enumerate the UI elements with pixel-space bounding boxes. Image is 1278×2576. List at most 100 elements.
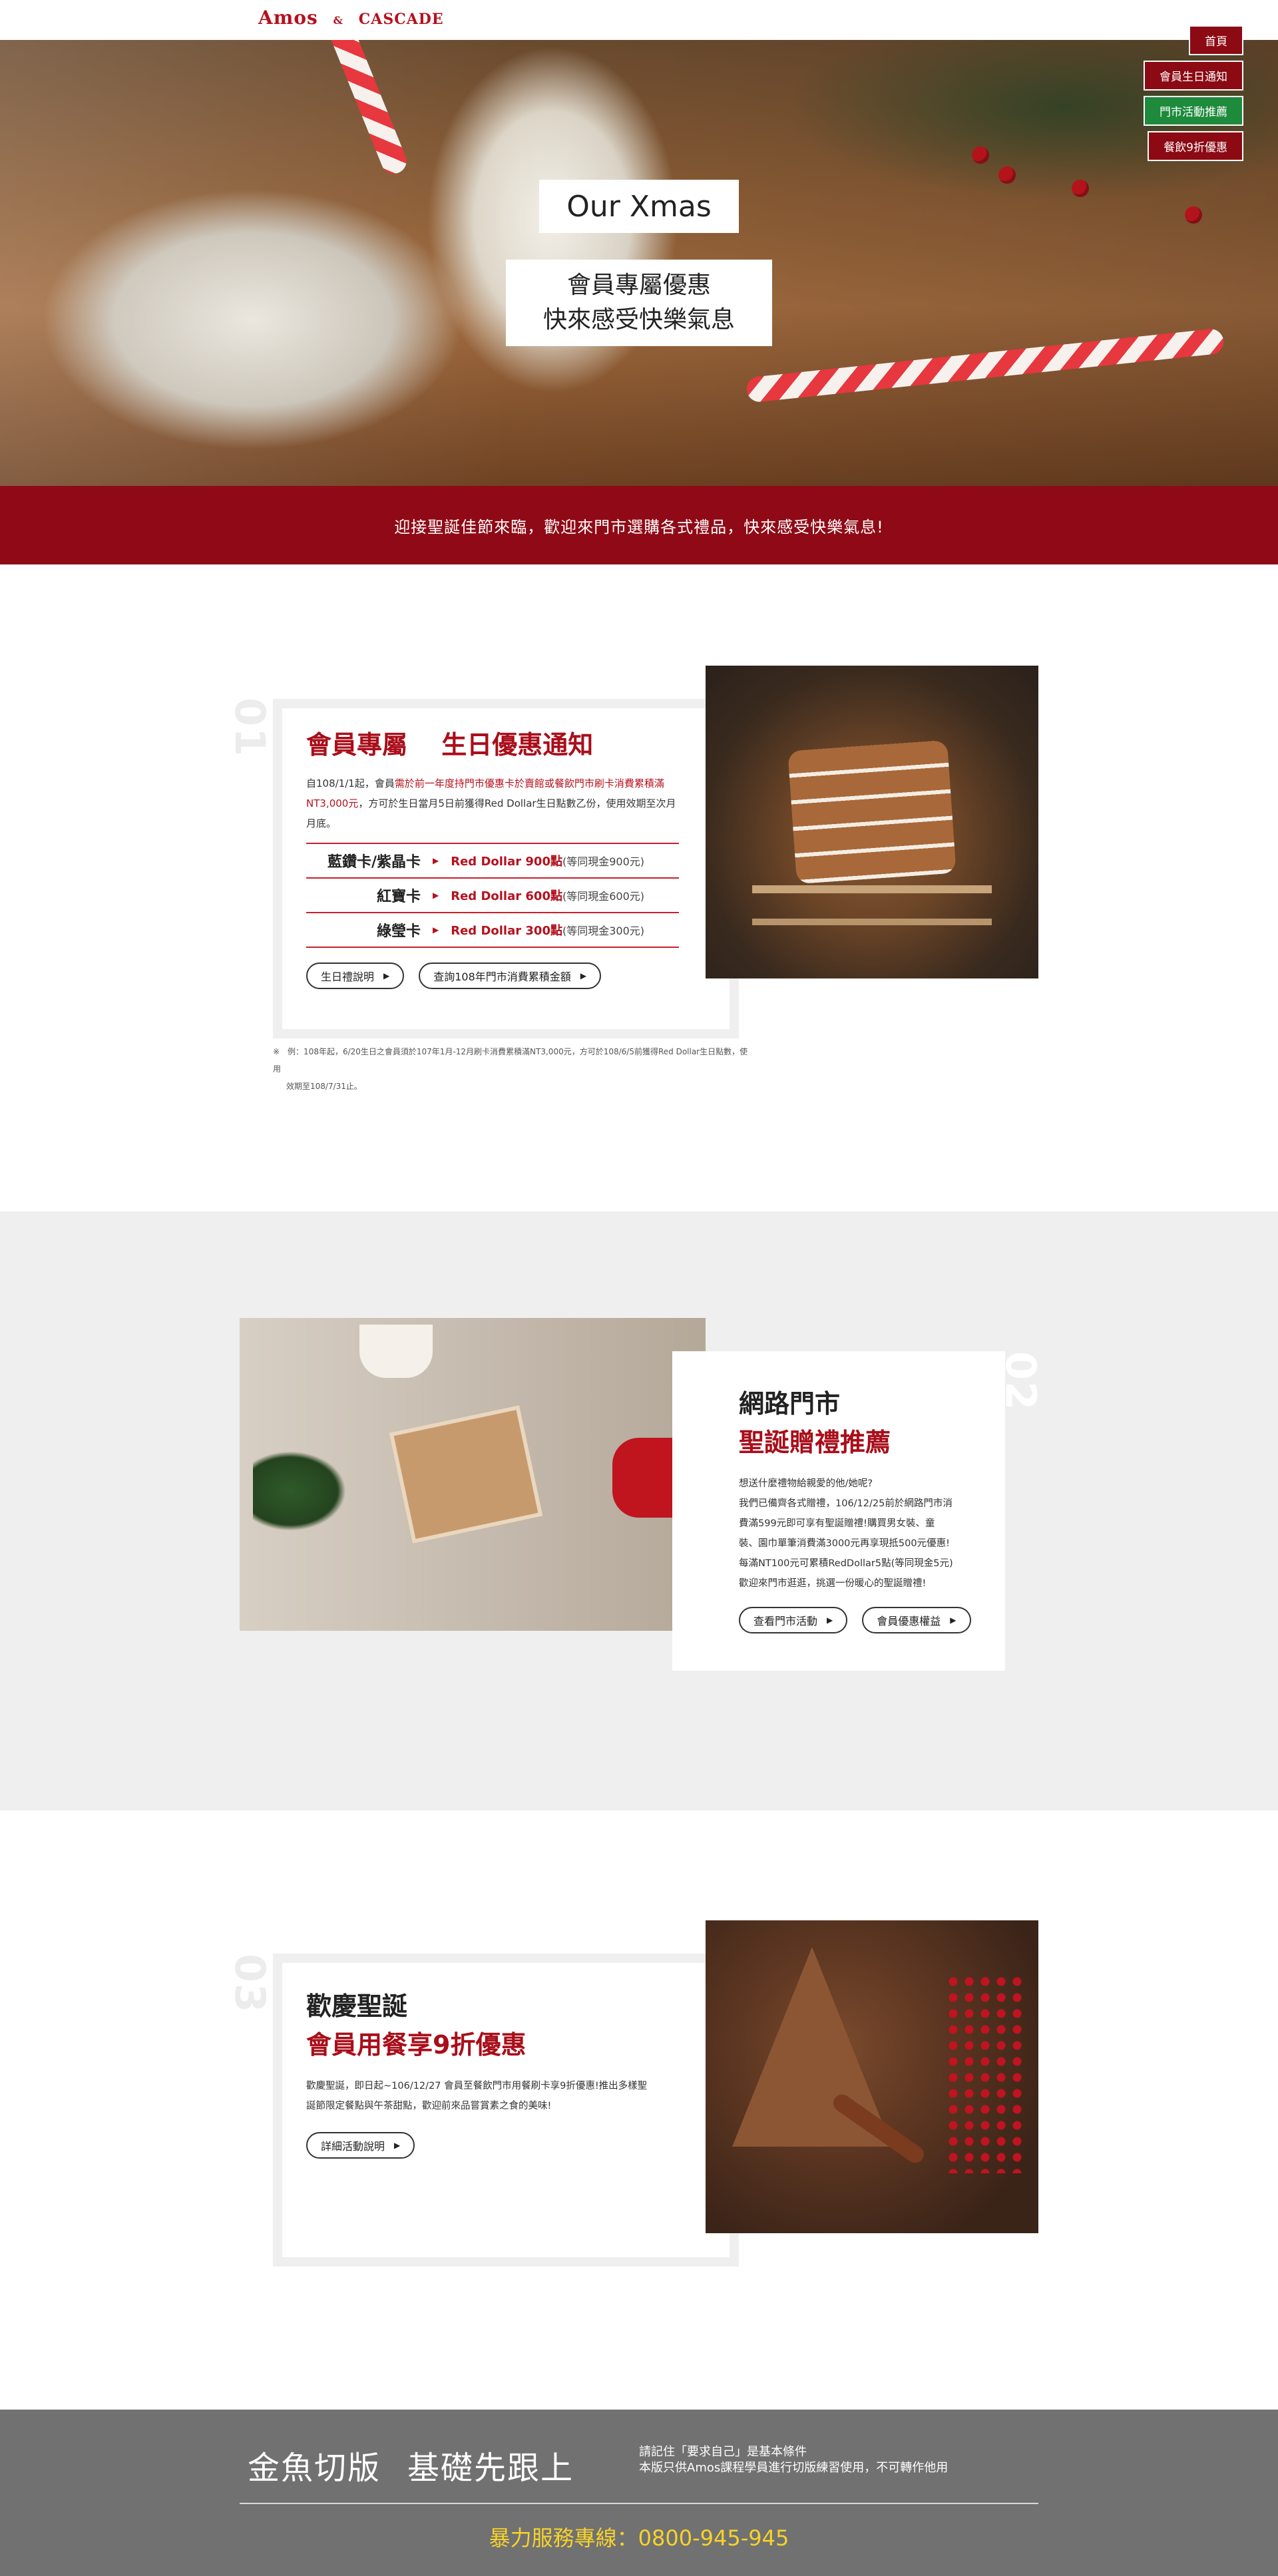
- perk-label: 藍鑽卡/紫晶卡: [327, 854, 421, 871]
- promo-banner-text: 迎接聖誕佳節來臨，歡迎來門市選購各式禮品，快來感受快樂氣息!: [394, 517, 884, 537]
- triangle-right-icon: ▶: [433, 891, 439, 900]
- gift-box: [389, 1405, 543, 1544]
- site-logo[interactable]: Amos & CASCADE: [258, 7, 444, 29]
- member-benefits-button[interactable]: 會員優惠權益 ▶: [862, 1607, 971, 1633]
- slogan-part1: 金魚切版: [248, 2450, 381, 2487]
- footnote-line2: 效期至108/7/31止。: [286, 1082, 362, 1091]
- logo-amp: &: [333, 14, 343, 27]
- triangle-right-icon: ▶: [433, 925, 439, 935]
- service-hotline[interactable]: 暴力服務專線：0800-945-945: [0, 2521, 1278, 2552]
- hero-subtitle-line1: 會員專屬優惠: [566, 272, 711, 299]
- logo-sub: CASCADE: [358, 11, 444, 28]
- berry-decoration: [972, 146, 989, 164]
- pine-branch: [253, 1451, 346, 1531]
- site-footer: 金魚切版 基礎先跟上 請記住「要求自己」是基本條件 本版只供Amos課程學員進行切…: [0, 2410, 1278, 2576]
- birthday-text-pre: 自108/1/1起，會員: [306, 777, 395, 789]
- main-nav: 首頁 會員生日通知 門市活動推薦 餐飲9折優惠: [1144, 25, 1243, 161]
- birthday-card-title: 會員專屬 生日優惠通知: [306, 726, 679, 764]
- birthday-footnote: ※ 例：108年起，6/20生日之會員須於107年1月-12月刷卡消費累積滿NT…: [273, 1043, 752, 1095]
- birthday-card-content: 會員專屬 生日優惠通知 自108/1/1起，會員需於前一年度持門市優惠卡於賣館或…: [306, 726, 679, 989]
- perk-row: 綠瑩卡 ▶ Red Dollar 300點(等同現金300元): [306, 913, 679, 948]
- perk-points: Red Dollar 900點: [451, 855, 562, 869]
- birthday-title-part1: 會員專屬: [306, 730, 408, 759]
- berry-decoration: [998, 166, 1016, 184]
- coffee-cup: [359, 1325, 433, 1378]
- berry-decoration: [1185, 206, 1202, 224]
- cookie-stack: [787, 740, 957, 885]
- dining-buttons: 詳細活動說明 ▶: [306, 2132, 679, 2159]
- description-line: 歡慶聖誕，即日起~106/12/27 會員至餐飲門市用餐刷卡享9折優惠!推出多樣…: [306, 2081, 648, 2091]
- christmas-cake-image: [706, 1920, 1038, 2233]
- play-arrow-icon: ▶: [950, 1615, 957, 1625]
- play-arrow-icon: ▶: [394, 2141, 401, 2150]
- perk-value: Red Dollar 900點(等同現金900元): [451, 852, 644, 869]
- slogan-part2: 基礎先跟上: [407, 2450, 574, 2487]
- hero-title: Our Xmas: [539, 180, 739, 233]
- online-store-title: 網路門市: [739, 1389, 841, 1418]
- footer-slogan: 金魚切版 基礎先跟上: [248, 2442, 574, 2488]
- perk-label: 綠瑩卡: [376, 923, 421, 940]
- section-number: 02: [996, 1351, 1045, 1412]
- perk-cash-note: (等同現金900元): [562, 855, 644, 868]
- gift-wrapping-image: [240, 1318, 706, 1631]
- description-line: 裝、園巾單筆消費滿3000元再享現抵500元優惠!: [739, 1538, 950, 1549]
- berry-decoration: [1072, 180, 1089, 197]
- perk-label: 紅寶卡: [376, 889, 421, 905]
- reminder-line2: 本版只供Amos課程學員進行切版練習使用，不可轉作他用: [639, 2461, 949, 2475]
- play-arrow-icon: ▶: [580, 971, 587, 980]
- online-store-buttons: 查看門市活動 ▶ 會員優惠權益 ▶: [739, 1607, 992, 1633]
- online-store-content: 網路門市 聖誕贈禮推薦 想送什麼禮物給親愛的他/她呢? 我們已備齊各式贈禮，10…: [739, 1385, 992, 1633]
- query-spending-button[interactable]: 查詢108年門市消費累積金額 ▶: [419, 963, 602, 989]
- birthday-gift-info-button[interactable]: 生日禮說明 ▶: [306, 963, 405, 989]
- birthday-description: 自108/1/1起，會員需於前一年度持門市優惠卡於賣館或餐飲門市刷卡消費累積滿N…: [306, 773, 679, 833]
- top-header: Amos & CASCADE: [0, 0, 1278, 40]
- bead-garland: [945, 1974, 1025, 2173]
- perk-row: 藍鑽卡/紫晶卡 ▶ Red Dollar 900點(等同現金900元): [306, 844, 679, 879]
- nav-item-home[interactable]: 首頁: [1189, 25, 1243, 55]
- gingerbread-sled-image: [706, 666, 1038, 978]
- birthday-title-part2: 生日優惠通知: [441, 730, 594, 759]
- description-line: 費滿599元即可享有聖誕贈禮!購買男女裝、童: [739, 1518, 935, 1529]
- nav-item-dining-discount[interactable]: 餐飲9折優惠: [1148, 131, 1243, 161]
- perk-points: Red Dollar 600點: [451, 889, 562, 903]
- dining-content: 歡慶聖誕 會員用餐享9折優惠 歡慶聖誕，即日起~106/12/27 會員至餐飲門…: [306, 1987, 679, 2159]
- description-line: 誕節限定餐點與午茶甜點，歡迎前來品嘗賞素之食的美味!: [306, 2101, 552, 2111]
- perk-cash-note: (等同現金600元): [562, 890, 644, 903]
- perk-value: Red Dollar 600點(等同現金600元): [451, 887, 644, 904]
- section-number: 03: [226, 1954, 274, 2014]
- hero-subtitle: 會員專屬優惠 快來感受快樂氣息: [506, 260, 772, 346]
- description-line: 每滿NT100元可累積RedDollar5點(等同現金5元): [739, 1558, 953, 1569]
- reminder-line1: 請記住「要求自己」是基本條件: [639, 2445, 807, 2459]
- perk-value: Red Dollar 300點(等同現金300元): [451, 921, 644, 939]
- dining-description: 歡慶聖誕，即日起~106/12/27 會員至餐飲門市用餐刷卡享9折優惠!推出多樣…: [306, 2076, 679, 2116]
- hero-subtitle-line2: 快來感受快樂氣息: [542, 306, 735, 333]
- event-details-button[interactable]: 詳細活動說明 ▶: [306, 2132, 415, 2159]
- button-label: 查詢108年門市消費累積金額: [433, 970, 571, 983]
- play-arrow-icon: ▶: [383, 971, 390, 980]
- button-label: 生日禮說明: [321, 970, 375, 983]
- footer-reminder: 請記住「要求自己」是基本條件 本版只供Amos課程學員進行切版練習使用，不可轉作…: [639, 2444, 948, 2476]
- hero-banner: Our Xmas 會員專屬優惠 快來感受快樂氣息: [0, 40, 1278, 486]
- perk-points: Red Dollar 300點: [451, 924, 562, 938]
- dining-subtitle: 會員用餐享9折優惠: [306, 2030, 527, 2059]
- description-line: 想送什麼禮物給親愛的他/她呢?: [739, 1478, 873, 1489]
- description-line: 歡迎來門市逛逛，挑選一份暖心的聖誕贈禮!: [739, 1578, 927, 1589]
- triangle-right-icon: ▶: [433, 856, 439, 865]
- view-store-events-button[interactable]: 查看門市活動 ▶: [739, 1607, 848, 1633]
- footer-divider: [240, 2503, 1038, 2504]
- promo-banner: 迎接聖誕佳節來臨，歡迎來門市選購各式禮品，快來感受快樂氣息!: [0, 486, 1278, 564]
- dining-title: 歡慶聖誕: [306, 1992, 408, 2021]
- nav-item-store-events[interactable]: 門市活動推薦: [1144, 96, 1243, 126]
- birthday-text-post: ，方可於生日當月5日前獲得Red Dollar生日點數乙份，使用效期至次月月底。: [306, 797, 676, 829]
- button-label: 詳細活動說明: [321, 2140, 385, 2153]
- play-arrow-icon: ▶: [827, 1615, 833, 1625]
- birthday-buttons: 生日禮說明 ▶ 查詢108年門市消費累積金額 ▶: [306, 963, 679, 989]
- footnote-line1: ※ 例：108年起，6/20生日之會員須於107年1月-12月刷卡消費累積滿NT…: [273, 1047, 748, 1074]
- perk-row: 紅寶卡 ▶ Red Dollar 600點(等同現金600元): [306, 879, 679, 913]
- perk-cash-note: (等同現金300元): [562, 925, 644, 937]
- logo-main: Amos: [258, 7, 318, 29]
- nav-item-birthday[interactable]: 會員生日通知: [1144, 61, 1243, 91]
- section-number: 01: [226, 698, 274, 758]
- online-store-description: 想送什麼禮物給親愛的他/她呢? 我們已備齊各式贈禮，106/12/25前於網路門…: [739, 1474, 992, 1594]
- description-line: 我們已備齊各式贈禮，106/12/25前於網路門市消: [739, 1498, 953, 1509]
